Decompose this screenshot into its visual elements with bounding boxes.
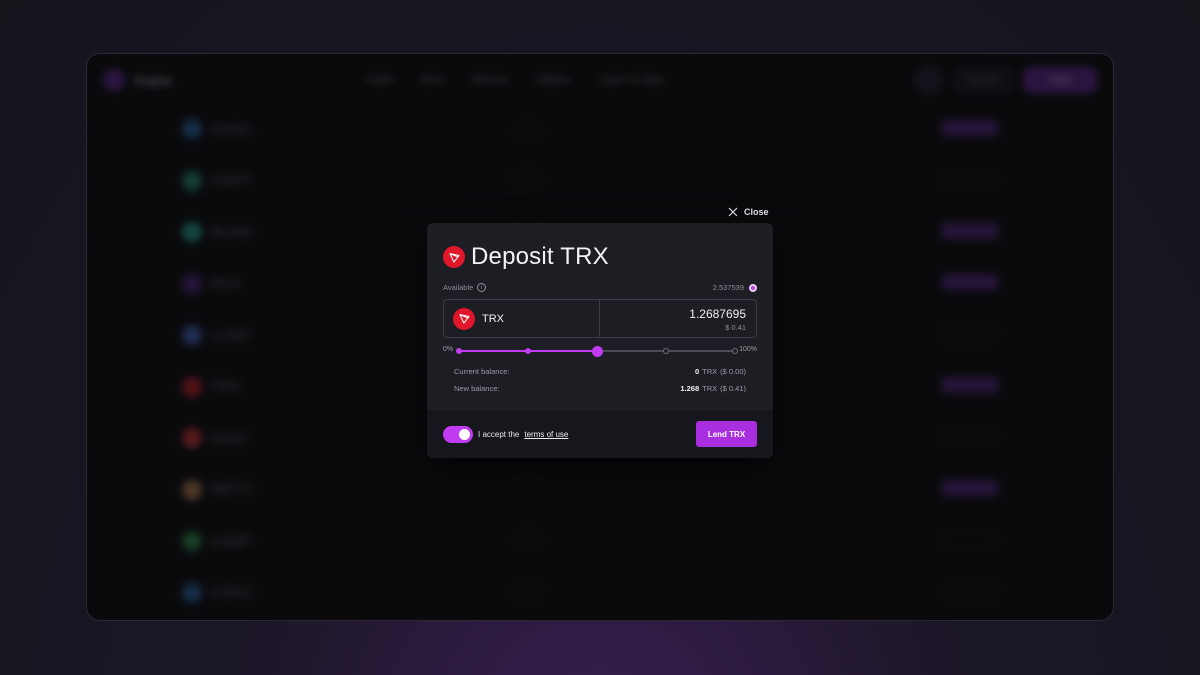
current-balance-value: 0	[694, 367, 700, 376]
max-dot-icon[interactable]	[749, 283, 757, 292]
deposit-modal: Deposit TRX Available i 2.537539 TRX $ 0…	[427, 223, 773, 458]
available-value: 2.537539	[712, 283, 744, 292]
modal-title: Deposit TRX	[471, 243, 609, 270]
trx-icon	[453, 307, 475, 330]
new-balance-value: 1.268	[680, 384, 700, 393]
slider-max-label: 100%	[739, 346, 757, 353]
info-icon[interactable]: i	[477, 283, 487, 292]
current-balance-unit: TRX	[702, 367, 718, 376]
current-balance-label: Current balance:	[454, 367, 510, 376]
current-balance-row: Current balance: 0 TRX ($ 0.00)	[454, 367, 746, 376]
close-button[interactable]: Close	[728, 205, 769, 219]
amount-usd: $ 0.41	[725, 323, 746, 332]
available-row: Available i 2.537539	[443, 283, 757, 292]
new-balance-unit: TRX	[702, 384, 718, 393]
slider-track[interactable]	[456, 345, 738, 357]
modal-footer: I accept the terms of use Lend TRX	[427, 410, 773, 458]
available-label: Available	[443, 283, 474, 292]
asset-selector[interactable]: TRX	[444, 300, 600, 337]
slider-tick[interactable]	[732, 347, 738, 354]
amount-input[interactable]	[606, 307, 746, 321]
accept-prefix: I accept the	[478, 429, 520, 439]
accept-terms-toggle[interactable]	[443, 425, 473, 443]
current-balance-usd: ($ 0.00)	[720, 367, 746, 376]
new-balance-usd: ($ 0.41)	[720, 384, 746, 393]
amount-input-box: TRX $ 0.41	[443, 299, 757, 338]
trx-icon	[443, 246, 465, 268]
new-balance-label: New balance:	[454, 384, 500, 393]
slider-min-label: 0%	[443, 346, 454, 353]
slider-tick[interactable]	[525, 347, 531, 354]
new-balance-row: New balance: 1.268 TRX ($ 0.41)	[454, 384, 746, 393]
lend-button[interactable]: Lend TRX	[696, 421, 757, 447]
slider-tick[interactable]	[456, 347, 462, 354]
terms-of-use-link[interactable]: terms of use	[524, 430, 568, 439]
asset-symbol: TRX	[482, 312, 504, 325]
modal-header: Deposit TRX	[443, 243, 609, 271]
slider-tick[interactable]	[663, 347, 669, 354]
slider-thumb[interactable]	[591, 345, 603, 357]
close-label: Close	[744, 207, 769, 217]
close-icon	[728, 207, 738, 217]
amount-slider[interactable]: 0% 100%	[443, 344, 757, 357]
